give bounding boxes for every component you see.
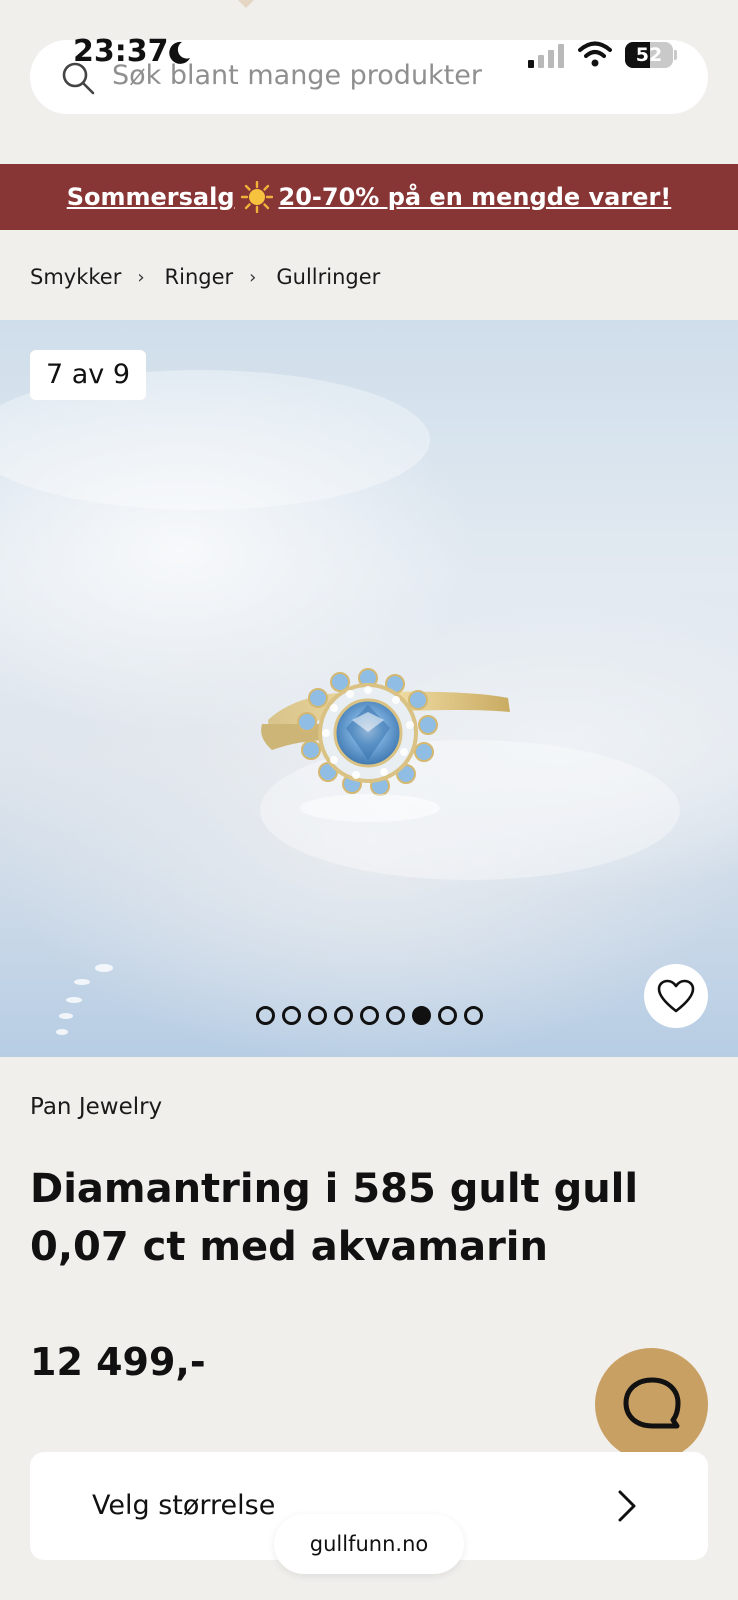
carousel-dot[interactable]: [333, 1006, 353, 1025]
product-image-gallery[interactable]: 7 av 9: [0, 320, 738, 1057]
product-page: Søk blant mange produkter 23:37 52 Somme…: [0, 0, 738, 1600]
promo-text-start: Sommersalg: [66, 183, 235, 211]
breadcrumb-separator: ›: [249, 266, 257, 288]
carousel-dot[interactable]: [385, 1006, 405, 1025]
sun-icon: [240, 181, 273, 213]
breadcrumb-separator: ›: [137, 266, 145, 288]
chat-icon: [623, 1377, 680, 1428]
carousel-dot[interactable]: [463, 1006, 483, 1025]
wifi-icon: [578, 41, 612, 67]
product-image: [0, 370, 680, 1035]
chat-button[interactable]: [595, 1348, 708, 1461]
breadcrumb-item-ringer[interactable]: Ringer: [165, 265, 234, 289]
battery-tip: [674, 50, 677, 60]
breadcrumb-item-gullringer[interactable]: Gullringer: [276, 265, 380, 289]
battery-icon: 52: [625, 42, 673, 68]
carousel-dot[interactable]: [411, 1006, 431, 1025]
size-selector-label: Velg størrelse: [92, 1490, 276, 1521]
heart-icon: [657, 979, 695, 1013]
carousel-dot[interactable]: [437, 1006, 457, 1025]
signal-icon: [528, 44, 564, 68]
browser-url-bar[interactable]: gullfunn.no: [274, 1514, 464, 1574]
top-notch-marker: [238, 0, 254, 8]
product-brand[interactable]: Pan Jewelry: [30, 1094, 162, 1120]
breadcrumb-item-smykker[interactable]: Smykker: [30, 265, 121, 289]
chevron-right-icon: [618, 1490, 636, 1522]
moon-icon: [169, 41, 190, 64]
promo-text-end: 20-70% på en mengde varer!: [278, 183, 672, 211]
breadcrumb: Smykker › Ringer › Gullringer: [30, 262, 380, 292]
promo-link[interactable]: Sommersalg 20-70% på en mengde varer!: [66, 181, 672, 213]
favorite-button[interactable]: [644, 964, 708, 1028]
carousel-dot[interactable]: [255, 1006, 275, 1025]
carousel-dot[interactable]: [359, 1006, 379, 1025]
battery-percent: 52: [635, 44, 663, 66]
product-title: Diamantring i 585 gult gull 0,07 ct med …: [30, 1166, 639, 1270]
image-counter: 7 av 9: [30, 350, 147, 400]
carousel-dots: [0, 1006, 738, 1025]
status-time: 23:37: [73, 34, 169, 69]
product-price: 12 499,-: [30, 1340, 206, 1384]
carousel-dot[interactable]: [307, 1006, 327, 1025]
carousel-dot[interactable]: [281, 1006, 301, 1025]
promo-banner: Sommersalg 20-70% på en mengde varer!: [0, 164, 738, 230]
